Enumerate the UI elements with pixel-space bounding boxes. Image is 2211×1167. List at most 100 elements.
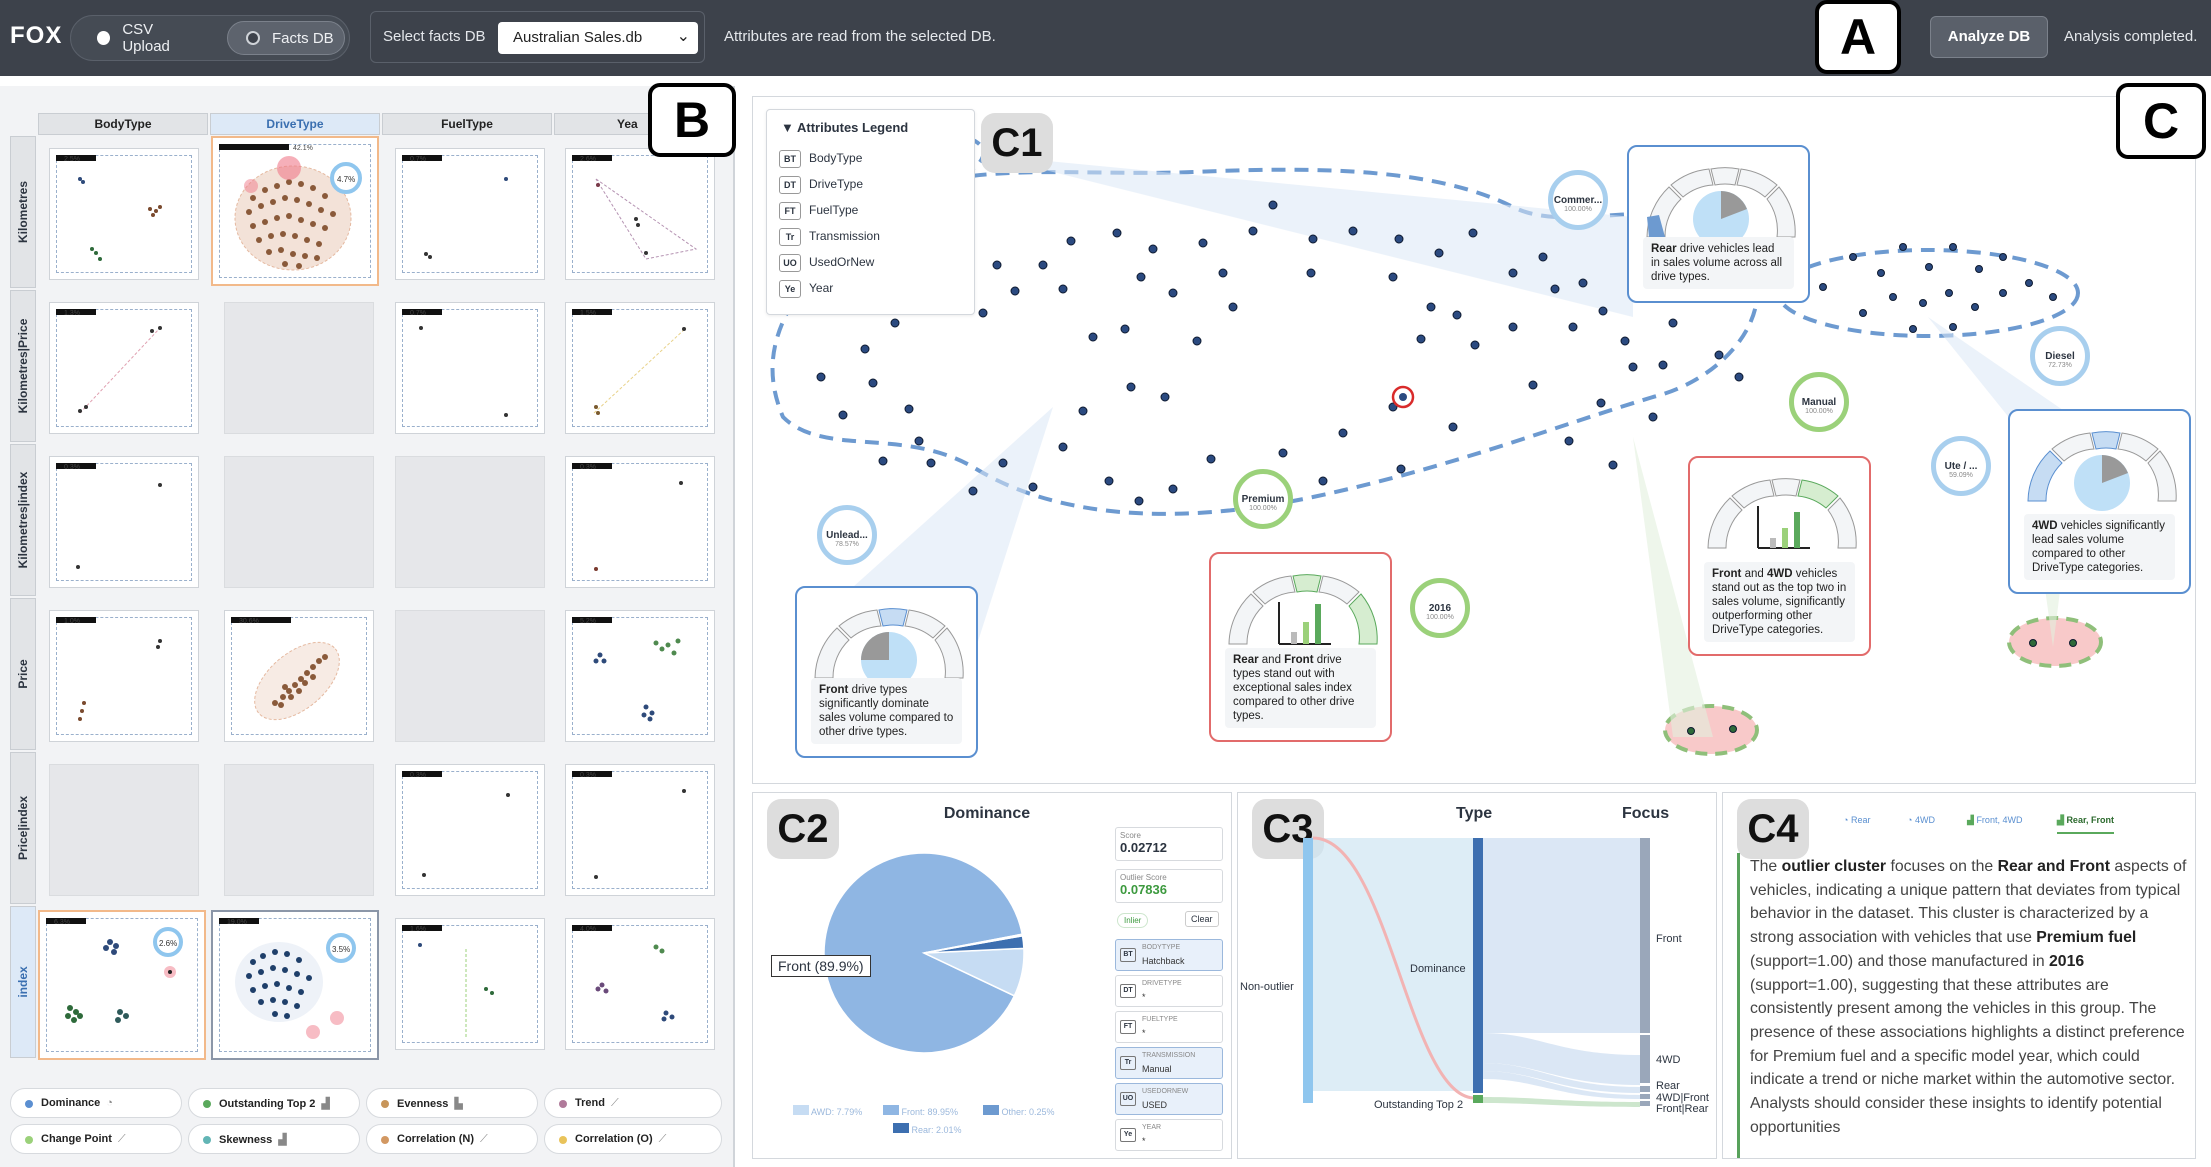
- row-header-price[interactable]: Price: [10, 598, 36, 750]
- matrix-cell[interactable]: 4.0%: [565, 918, 715, 1050]
- row-header-kilometres-index[interactable]: Kilometres|index: [10, 444, 36, 596]
- bubble-premium[interactable]: Premium 100.00%: [1233, 469, 1293, 529]
- matrix-cell[interactable]: 1.6%: [395, 918, 545, 1050]
- node-front-rear[interactable]: Front|Rear: [1656, 1103, 1708, 1115]
- insight-card-rear[interactable]: Rear drive vehicles lead in sales volume…: [1627, 145, 1810, 303]
- matrix-cell[interactable]: 1.3%: [49, 302, 199, 434]
- attr-filter-bodytype[interactable]: BT BODYTYPE Hatchback: [1115, 939, 1223, 971]
- tab-4wd[interactable]: ◔ 4WD: [1907, 815, 1935, 825]
- attributes-legend[interactable]: ▼ Attributes Legend BT BodyType DT DriveTy…: [766, 109, 975, 315]
- matrix-cell[interactable]: 0.3%: [565, 456, 715, 588]
- fact-type-change-point[interactable]: Change Point ⟋: [10, 1124, 182, 1154]
- insight-card-front-4wd[interactable]: Front and 4WD vehicles stand out as the …: [1688, 456, 1871, 656]
- legend-item: FT FuelType: [779, 202, 858, 220]
- col-header-fueltype[interactable]: FuelType: [382, 113, 552, 135]
- pie-icon: ◔: [1843, 815, 1849, 825]
- line-chart-icon: ⟋: [117, 1133, 126, 1145]
- row-header-price-index[interactable]: Price|index: [10, 752, 36, 904]
- matrix-cell[interactable]: 2.6%: [565, 148, 715, 280]
- bubble-manual[interactable]: Manual 100.00%: [1789, 372, 1849, 432]
- legend-item: DT DriveType: [779, 176, 863, 194]
- matrix-cell[interactable]: 0.3%: [395, 764, 545, 896]
- fact-type-dominance[interactable]: Dominance ◔: [10, 1088, 182, 1118]
- attr-filter-fueltype[interactable]: FT FUELTYPE *: [1115, 1011, 1223, 1043]
- analyze-db-button[interactable]: Analyze DB: [1930, 16, 2048, 58]
- matrix-cell[interactable]: 1.0%: [49, 610, 199, 742]
- matrix-cell[interactable]: 0.3%: [565, 764, 715, 896]
- bar-chart-icon: ▟: [278, 1134, 287, 1146]
- top-toolbar: FOX CSV Upload Facts DB Select facts DB …: [0, 0, 2211, 76]
- matrix-cell[interactable]: 0.7%: [395, 302, 545, 434]
- bar-chart-icon: ▟: [1967, 815, 1974, 825]
- bubble-diesel[interactable]: Diesel 72.73%: [2030, 326, 2090, 386]
- insight-card-4wd[interactable]: 4WD vehicles significantly lead sales vo…: [2008, 409, 2191, 594]
- sankey-panel: C3 Type Focus Non-outlier Outstanding To…: [1237, 792, 1717, 1159]
- tab-rear[interactable]: ◔ Rear: [1843, 815, 1870, 825]
- sankey-diagram[interactable]: [1238, 793, 1718, 1160]
- row-header-index[interactable]: index: [10, 906, 36, 1058]
- facts-db-option[interactable]: Facts DB: [227, 21, 345, 55]
- bubble-commercial[interactable]: Commer... 100.00%: [1548, 170, 1608, 230]
- row-header-kilometres[interactable]: Kilometres: [10, 136, 36, 288]
- bubble-unleaded[interactable]: Unlead... 78.57%: [817, 505, 877, 565]
- node-outstanding-top2[interactable]: Outstanding Top 2: [1374, 1099, 1463, 1111]
- fact-type-outstanding-top2[interactable]: Outstanding Top 2 ▟: [188, 1088, 360, 1118]
- node-dominance[interactable]: Dominance: [1410, 963, 1466, 975]
- row-header-kilometres-price[interactable]: Kilometres|Price: [10, 290, 36, 442]
- insight-card-rear-front[interactable]: Rear and Front drive types stand out wit…: [1209, 552, 1392, 742]
- score-box: Score 0.02712: [1115, 827, 1223, 861]
- source-toggle[interactable]: CSV Upload Facts DB: [70, 15, 350, 61]
- matrix-cell-empty: [224, 456, 374, 588]
- matrix-cell[interactable]: 30.6%: [224, 610, 374, 742]
- pie-label: Front (89.9%): [771, 955, 871, 977]
- legend-item: BT BodyType: [779, 150, 862, 168]
- fact-type-skewness[interactable]: Skewness ▟: [188, 1124, 360, 1154]
- narrative-text: (support=1.00), suggesting that these at…: [1750, 976, 2185, 1136]
- attr-filter-transmission[interactable]: Tr TRANSMISSION Manual: [1115, 1047, 1223, 1079]
- col-header-bodytype[interactable]: BodyType: [38, 113, 208, 135]
- legend-other: Other: 0.25%: [983, 1105, 1055, 1117]
- db-select[interactable]: Australian Sales.db ⌄: [498, 22, 698, 54]
- node-4wd[interactable]: 4WD: [1656, 1054, 1680, 1066]
- csv-upload-option[interactable]: CSV Upload: [81, 21, 201, 55]
- legend-item: Tr Transmission: [779, 228, 880, 246]
- callout-a: A: [1815, 0, 1901, 74]
- fact-type-evenness[interactable]: Evenness ▙: [366, 1088, 538, 1118]
- radio-selected-icon: [246, 31, 260, 45]
- node-front[interactable]: Front: [1656, 933, 1682, 945]
- attr-filter-drivetype[interactable]: DT DRIVETYPE *: [1115, 975, 1223, 1007]
- legend-front: Front: 89.95%: [883, 1105, 958, 1117]
- fact-type-correlation-o[interactable]: Correlation (O) ⟋: [544, 1124, 722, 1154]
- narrative-text: (support=1.00) and those manufactured in: [1750, 952, 2050, 970]
- matrix-cell[interactable]: 5.2%: [565, 610, 715, 742]
- matrix-cell[interactable]: 2.5%: [49, 148, 199, 280]
- insight-card-front[interactable]: Front drive types significantly dominate…: [795, 586, 978, 758]
- matrix-cell-selected[interactable]: 42.1% 4.7%: [211, 136, 379, 286]
- col-header-drivetype[interactable]: DriveType: [210, 113, 380, 135]
- matrix-cell-selected[interactable]: 19.0% 3.5%: [211, 910, 379, 1060]
- app-logo: FOX: [10, 22, 63, 49]
- narrative-text: focuses on the: [1886, 858, 1998, 875]
- matrix-cell-empty: [224, 764, 374, 896]
- matrix-cell[interactable]: 0.3%: [49, 456, 199, 588]
- triangle-down-icon: ▼: [781, 120, 794, 135]
- tab-rear-front[interactable]: ▟ Rear, Front: [2057, 815, 2114, 834]
- matrix-cell[interactable]: 1.5%: [565, 302, 715, 434]
- clear-button[interactable]: Clear: [1185, 911, 1219, 927]
- matrix-cell-empty: [224, 302, 374, 434]
- node-rear[interactable]: Rear: [1656, 1080, 1680, 1092]
- tab-front-4wd[interactable]: ▟ Front, 4WD: [1967, 815, 2022, 826]
- insight-text: Front drive types significantly dominate…: [811, 678, 962, 744]
- matrix-cell[interactable]: 0.7%: [395, 148, 545, 280]
- bubble-ute[interactable]: Ute / ... 59.09%: [1931, 436, 1991, 496]
- insight-text: Rear and Front drive types stand out wit…: [1225, 648, 1376, 728]
- legend-title[interactable]: ▼ Attributes Legend: [781, 120, 908, 135]
- attr-filter-usedornew[interactable]: UO USEDORNEW USED: [1115, 1083, 1223, 1115]
- bubble-2016[interactable]: 2016 100.00%: [1410, 578, 1470, 638]
- fact-type-trend[interactable]: Trend ⟋: [544, 1088, 722, 1118]
- fact-type-correlation-n[interactable]: Correlation (N) ⟋: [366, 1124, 538, 1154]
- node-non-outlier[interactable]: Non-outlier: [1240, 981, 1294, 993]
- matrix-cell-empty: [395, 456, 545, 588]
- matrix-cell-selected[interactable]: 6.3% 2.6%: [38, 910, 206, 1060]
- attr-filter-year[interactable]: Ye YEAR *: [1115, 1119, 1223, 1151]
